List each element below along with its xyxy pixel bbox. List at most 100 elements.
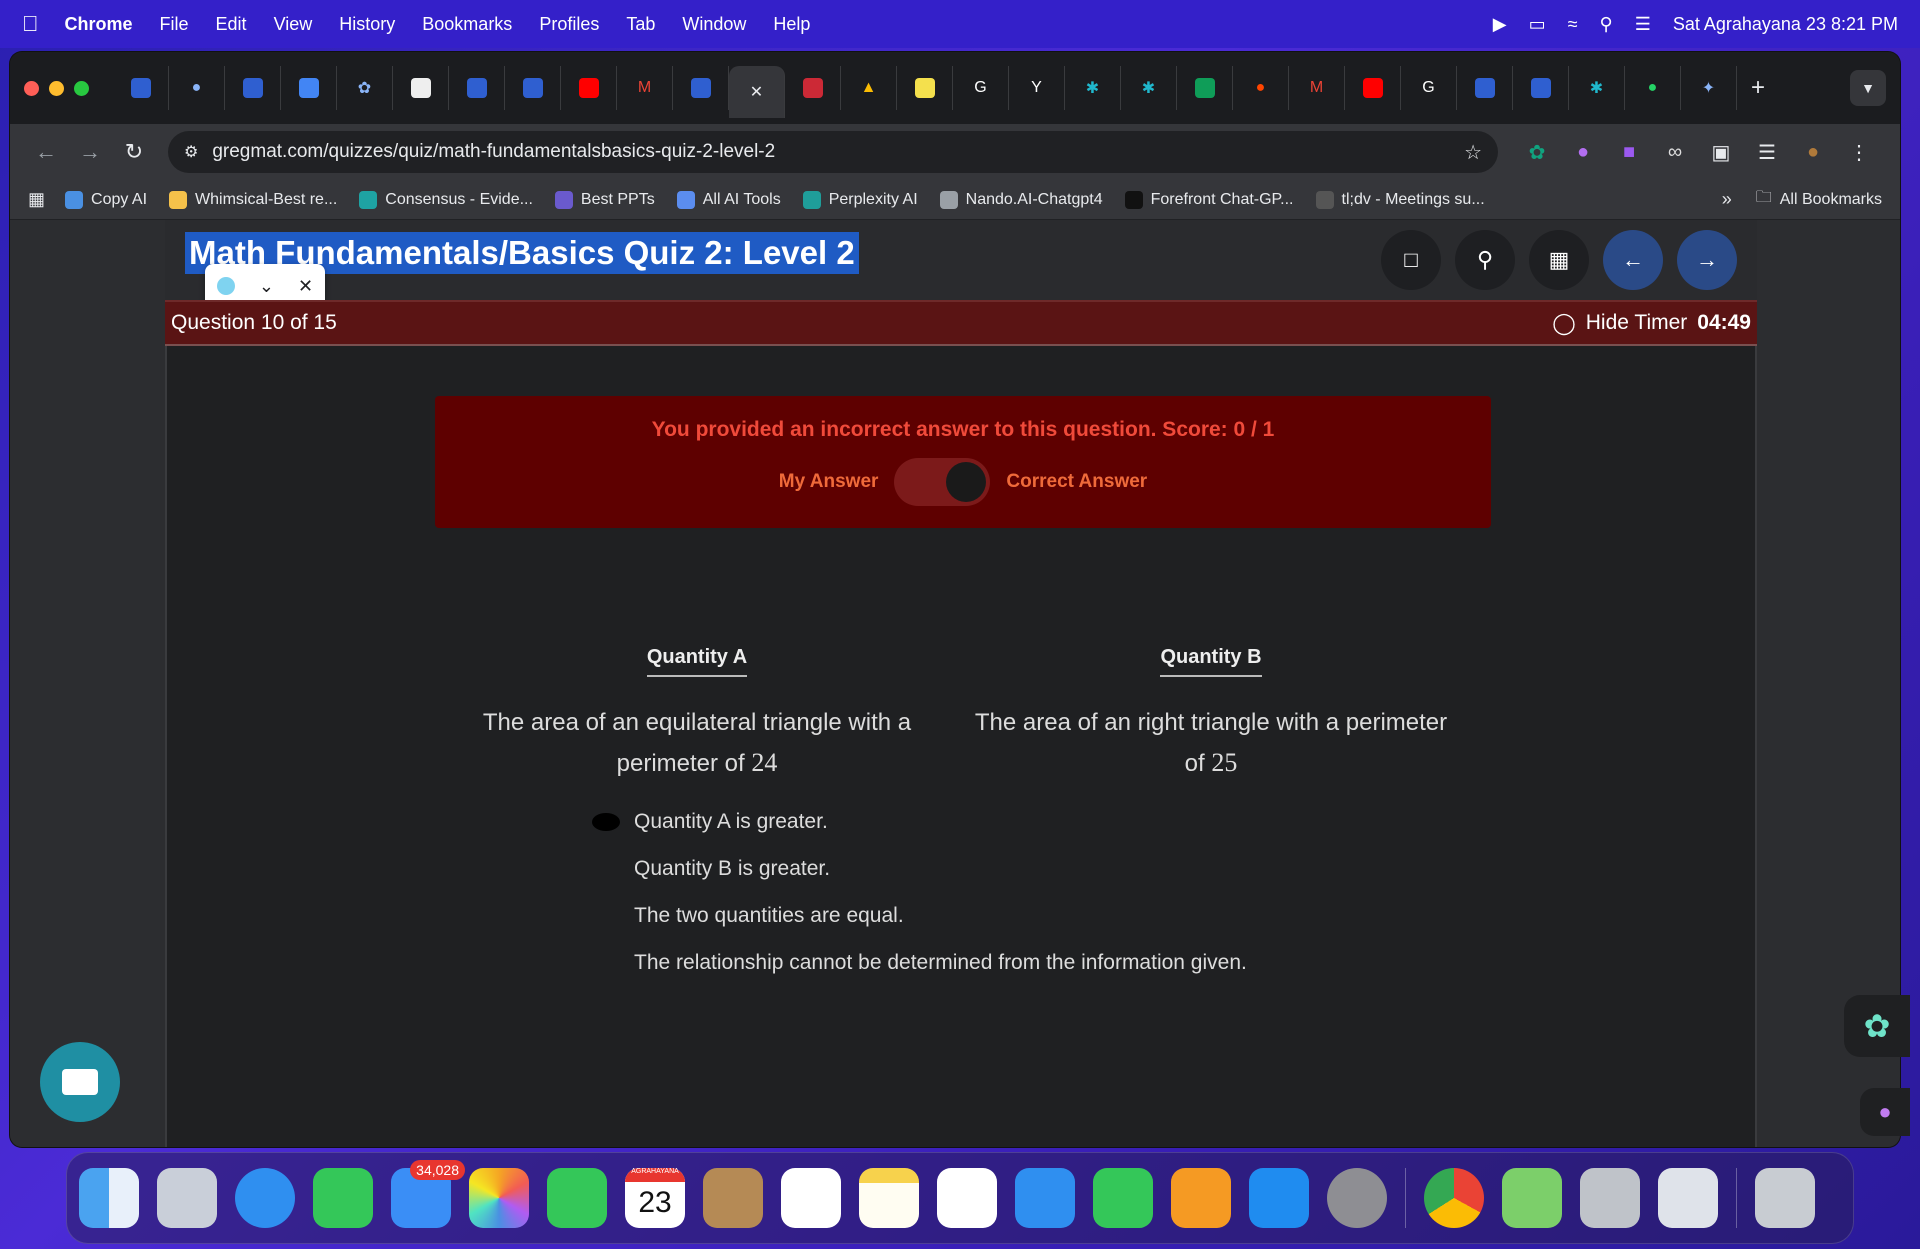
glasses-extension-icon[interactable]: ∞ [1652, 141, 1698, 164]
freeform-icon[interactable] [937, 1168, 997, 1228]
battery-icon[interactable]: ▭ [1529, 14, 1546, 35]
tab-gmail-2[interactable]: M [1289, 66, 1345, 110]
back-arrow-icon[interactable]: ← [24, 139, 68, 165]
tab-gregmat-6[interactable] [1457, 66, 1513, 110]
tab-sticky[interactable] [897, 66, 953, 110]
chrome-icon[interactable] [1424, 1168, 1484, 1228]
system-settings-icon[interactable] [1327, 1168, 1387, 1228]
tab-search-chevron-icon[interactable]: ▼ [1850, 70, 1886, 106]
toggle-knob[interactable] [946, 462, 987, 502]
tab-perplexity-2[interactable]: ✱ [1121, 66, 1177, 110]
control-center-icon[interactable]: ☰ [1635, 14, 1651, 35]
tab-gemini[interactable]: ✦ [1681, 66, 1737, 110]
bookmark-consensus[interactable]: Consensus - Evide... [359, 190, 533, 209]
tab-chatgpt[interactable]: ✿ [337, 66, 393, 110]
tab-gregmat-2[interactable] [225, 66, 281, 110]
tab-gregmat-1[interactable] [113, 66, 169, 110]
close-icon[interactable]: ✕ [298, 276, 313, 297]
puzzle-extensions-icon[interactable]: ▣ [1698, 140, 1744, 165]
mark-question-button[interactable]: □ [1381, 230, 1441, 290]
answer-toggle-switch[interactable] [894, 458, 991, 506]
menu-window[interactable]: Window [682, 14, 746, 35]
more-bookmarks-chevron-icon[interactable]: » [1722, 189, 1732, 210]
chevron-down-icon[interactable]: ⌄ [259, 276, 274, 297]
tab-google-1[interactable]: G [953, 66, 1009, 110]
bookmark-star-icon[interactable]: ☆ [1464, 140, 1482, 165]
my-answer-label[interactable]: My Answer [779, 471, 879, 493]
tab-gregmat-5[interactable] [673, 66, 729, 110]
menu-history[interactable]: History [339, 14, 395, 35]
tab-gregmat-3[interactable] [449, 66, 505, 110]
bookmark-forefront[interactable]: Forefront Chat-GP... [1124, 190, 1294, 209]
chat-support-button[interactable] [40, 1042, 120, 1122]
tab-youtube-2[interactable] [1345, 66, 1401, 110]
screenshot-icon[interactable] [1658, 1168, 1718, 1228]
site-settings-icon[interactable]: ⚙ [184, 142, 198, 162]
chatgpt-extension-icon[interactable]: ✿ [1514, 140, 1560, 165]
url-text[interactable]: gregmat.com/quizzes/quiz/math-fundamenta… [212, 141, 775, 163]
assistant-icon[interactable] [216, 277, 235, 295]
tab-zotero[interactable] [785, 66, 841, 110]
bookmark-best-ppts[interactable]: Best PPTs [554, 190, 655, 209]
zoom-window-button[interactable] [74, 80, 89, 96]
menu-view[interactable]: View [274, 14, 313, 35]
brain-sidebar-button[interactable]: ● [1860, 1088, 1910, 1136]
tab-reddit[interactable]: ● [1233, 66, 1289, 110]
minimize-window-button[interactable] [49, 80, 64, 96]
all-bookmarks-button[interactable]: 🗀 All Bookmarks [1756, 186, 1882, 213]
tab-gregmat-7[interactable] [1513, 66, 1569, 110]
pages-icon[interactable] [1171, 1168, 1231, 1228]
hide-timer-button[interactable]: ◯ Hide Timer 04:49 [1552, 311, 1751, 336]
close-window-button[interactable] [24, 80, 39, 96]
next-question-button[interactable]: → [1677, 230, 1737, 290]
tab-perplexity-1[interactable]: ✱ [1065, 66, 1121, 110]
finder-icon[interactable] [79, 1168, 139, 1228]
option-label[interactable]: The relationship cannot be determined fr… [634, 951, 1247, 975]
spotlight-search-icon[interactable]: ⚲ [1600, 14, 1613, 35]
photos-icon[interactable] [469, 1168, 529, 1228]
preview-icon[interactable] [1580, 1168, 1640, 1228]
tab-docs[interactable] [281, 66, 337, 110]
answer-option-b[interactable]: Quantity B is greater. [592, 845, 1247, 892]
apple-icon[interactable]:  [22, 11, 39, 37]
chatgpt-sidebar-button[interactable]: ✿ [1844, 995, 1910, 1057]
option-label[interactable]: Quantity A is greater. [634, 810, 828, 834]
menu-edit[interactable]: Edit [216, 14, 247, 35]
bookmark-copy-ai[interactable]: Copy AI [65, 190, 147, 209]
menu-profiles[interactable]: Profiles [539, 14, 599, 35]
answer-option-d[interactable]: The relationship cannot be determined fr… [592, 939, 1247, 986]
contacts-icon[interactable] [703, 1168, 763, 1228]
calendar-icon[interactable]: AGRAHAYANA 23 [625, 1168, 685, 1228]
menubar-datetime[interactable]: Sat Agrahayana 23 8:21 PM [1673, 14, 1898, 35]
answer-option-c[interactable]: The two quantities are equal. [592, 892, 1247, 939]
mail-icon[interactable]: 34,028 [391, 1160, 465, 1228]
reminders-icon[interactable] [781, 1168, 841, 1228]
safari-icon[interactable] [235, 1168, 295, 1228]
notes-icon[interactable] [859, 1168, 919, 1228]
bookmark-nando[interactable]: Nando.AI-Chatgpt4 [939, 190, 1103, 209]
numbers-icon[interactable] [1093, 1168, 1153, 1228]
correct-answer-label[interactable]: Correct Answer [1006, 471, 1147, 493]
address-bar[interactable]: ⚙ gregmat.com/quizzes/quiz/math-fundamen… [168, 131, 1498, 173]
tab-drive[interactable]: ▲ [841, 66, 897, 110]
trash-icon[interactable] [1755, 1168, 1815, 1228]
search-button[interactable]: ⚲ [1455, 230, 1515, 290]
bookmark-whimsical[interactable]: Whimsical-Best re... [169, 190, 337, 209]
tab-gregmat-4[interactable] [505, 66, 561, 110]
radio-unselected[interactable] [592, 860, 620, 878]
launchpad-icon[interactable] [157, 1168, 217, 1228]
forward-arrow-icon[interactable]: → [68, 139, 112, 165]
radio-unselected[interactable] [592, 907, 620, 925]
menu-bookmarks[interactable]: Bookmarks [422, 14, 512, 35]
maps-icon[interactable] [1502, 1168, 1562, 1228]
chrome-menu-icon[interactable]: ⋮ [1836, 140, 1882, 165]
reload-icon[interactable]: ↻ [112, 139, 156, 165]
tab-sheets[interactable] [1177, 66, 1233, 110]
tab-youtube[interactable] [561, 66, 617, 110]
tab-perplexity-3[interactable]: ✱ [1569, 66, 1625, 110]
new-tab-plus-icon[interactable]: + [1751, 74, 1765, 102]
previous-question-button[interactable]: ← [1603, 230, 1663, 290]
wifi-icon[interactable]: ≈ [1568, 14, 1578, 35]
facetime-icon[interactable] [547, 1168, 607, 1228]
reading-list-icon[interactable]: ☰ [1744, 140, 1790, 165]
